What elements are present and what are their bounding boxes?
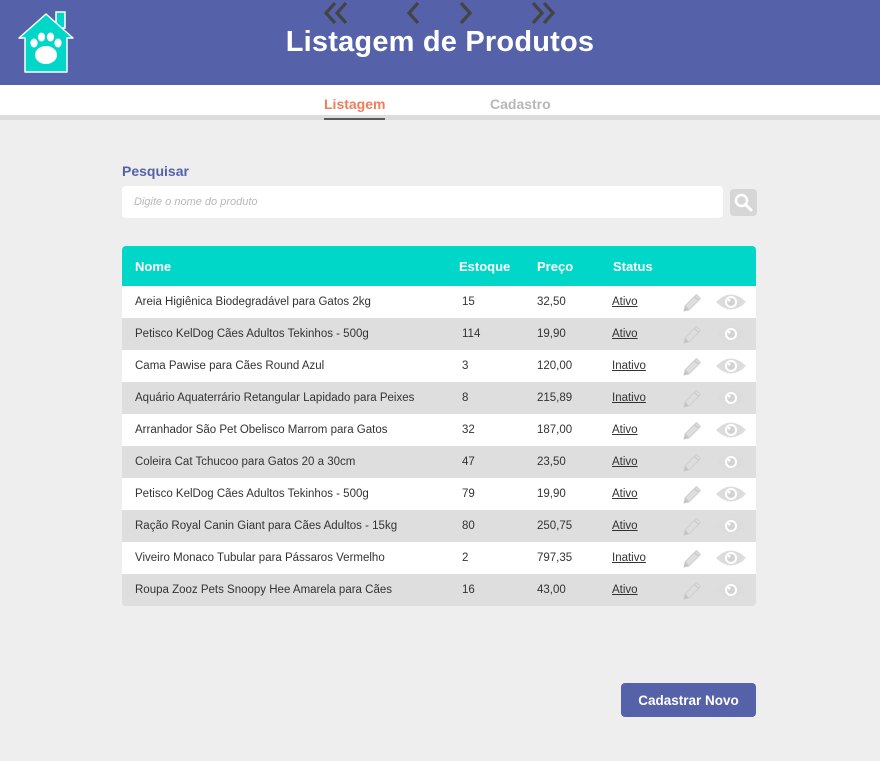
edit-pencil-icon[interactable] [680, 387, 704, 411]
search-label: Pesquisar [122, 163, 189, 179]
column-header-estoque[interactable]: Estoque [459, 259, 510, 274]
table-row: Petisco KelDog Cães Adultos Tekinhos - 5… [122, 318, 756, 350]
product-name: Viveiro Monaco Tubular para Pássaros Ver… [135, 552, 385, 564]
column-header-preco[interactable]: Preço [537, 259, 573, 274]
view-eye-icon[interactable] [715, 388, 747, 408]
edit-pencil-icon[interactable] [680, 547, 704, 571]
product-name: Aquário Aquaterrário Retangular Lapidado… [135, 392, 415, 404]
double-chevron-right-icon[interactable] [529, 0, 557, 26]
edit-pencil-icon[interactable] [680, 483, 704, 507]
edit-pencil-icon[interactable] [680, 419, 704, 443]
view-eye-icon[interactable] [715, 292, 747, 312]
product-name: Roupa Zooz Pets Snoopy Hee Amarela para … [135, 584, 392, 596]
product-stock: 79 [462, 488, 475, 500]
view-eye-icon[interactable] [715, 420, 747, 440]
product-status-link[interactable]: Ativo [612, 488, 638, 500]
table-row: Roupa Zooz Pets Snoopy Hee Amarela para … [122, 574, 756, 606]
view-eye-icon[interactable] [715, 516, 747, 536]
product-name: Petisco KelDog Cães Adultos Tekinhos - 5… [135, 488, 369, 500]
product-name: Coleira Cat Tchucoo para Gatos 20 a 30cm [135, 456, 356, 468]
product-stock: 8 [462, 392, 469, 404]
table-row: Petisco KelDog Cães Adultos Tekinhos - 5… [122, 478, 756, 510]
edit-pencil-icon[interactable] [680, 451, 704, 475]
product-stock: 3 [462, 360, 469, 372]
view-eye-icon[interactable] [715, 484, 747, 504]
product-price: 19,90 [537, 328, 566, 340]
search-icon [734, 193, 753, 212]
product-status-link[interactable]: Inativo [612, 552, 646, 564]
table-row: Areia Higiênica Biodegradável para Gatos… [122, 286, 756, 318]
product-status-link[interactable]: Inativo [612, 392, 646, 404]
product-price: 19,90 [537, 488, 566, 500]
product-stock: 32 [462, 424, 475, 436]
product-stock: 2 [462, 552, 469, 564]
product-price: 43,00 [537, 584, 566, 596]
product-name: Cama Pawise para Cães Round Azul [135, 360, 325, 372]
product-price: 250,75 [537, 520, 573, 532]
product-status-link[interactable]: Ativo [612, 424, 638, 436]
app-header: Listagem de Produtos [0, 0, 880, 85]
add-product-button[interactable]: Cadastrar Novo [621, 683, 756, 717]
product-name: Petisco KelDog Cães Adultos Tekinhos - 5… [135, 328, 369, 340]
product-status-link[interactable]: Ativo [612, 456, 638, 468]
product-stock: 80 [462, 520, 475, 532]
product-status-link[interactable]: Ativo [612, 296, 638, 308]
view-eye-icon[interactable] [715, 548, 747, 568]
column-header-status[interactable]: Status [613, 259, 653, 274]
table-body: Areia Higiênica Biodegradável para Gatos… [122, 286, 756, 606]
product-stock: 114 [462, 328, 481, 340]
search-button[interactable] [730, 189, 757, 216]
product-stock: 15 [462, 296, 475, 308]
column-header-nome[interactable]: Nome [135, 259, 171, 274]
product-name: Ração Royal Canin Giant para Cães Adulto… [135, 520, 398, 532]
edit-pencil-icon[interactable] [680, 323, 704, 347]
product-stock: 16 [462, 584, 475, 596]
view-eye-icon[interactable] [715, 452, 747, 472]
product-price: 215,89 [537, 392, 573, 404]
product-stock: 47 [462, 456, 475, 468]
page-title: Listagem de Produtos [285, 26, 595, 58]
view-eye-icon[interactable] [715, 356, 747, 376]
product-price: 120,00 [537, 360, 573, 372]
tab-listagem[interactable]: Listagem [324, 96, 386, 120]
product-price: 23,50 [537, 456, 566, 468]
product-price: 797,35 [537, 552, 573, 564]
product-name: Areia Higiênica Biodegradável para Gatos… [135, 296, 371, 308]
products-table: Nome Estoque Preço Status Areia Higiênic… [122, 246, 756, 606]
search-input[interactable] [122, 186, 723, 218]
edit-pencil-icon[interactable] [680, 515, 704, 539]
product-name: Arranhador São Pet Obelisco Marrom para … [135, 424, 388, 436]
chevron-right-icon[interactable] [456, 0, 484, 26]
table-header: Nome Estoque Preço Status [122, 246, 756, 286]
product-price: 32,50 [537, 296, 566, 308]
double-chevron-left-icon[interactable] [322, 0, 350, 26]
table-row: Cama Pawise para Cães Round Azul 3 120,00 I… [122, 350, 756, 382]
table-row: Coleira Cat Tchucoo para Gatos 20 a 30cm… [122, 446, 756, 478]
product-status-link[interactable]: Inativo [612, 360, 646, 372]
tab-bar: Listagem Cadastro [0, 85, 880, 120]
product-price: 187,00 [537, 424, 573, 436]
tab-cadastro[interactable]: Cadastro [490, 96, 551, 112]
table-row: Aquário Aquaterrário Retangular Lapidado… [122, 382, 756, 414]
product-status-link[interactable]: Ativo [612, 584, 638, 596]
table-row: Viveiro Monaco Tubular para Pássaros Ver… [122, 542, 756, 574]
edit-pencil-icon[interactable] [680, 291, 704, 315]
product-status-link[interactable]: Ativo [612, 520, 638, 532]
edit-pencil-icon[interactable] [680, 579, 704, 603]
product-status-link[interactable]: Ativo [612, 328, 638, 340]
edit-pencil-icon[interactable] [680, 355, 704, 379]
view-eye-icon[interactable] [715, 580, 747, 600]
table-row: Arranhador São Pet Obelisco Marrom para … [122, 414, 756, 446]
chevron-left-icon[interactable] [404, 0, 432, 26]
view-eye-icon[interactable] [715, 324, 747, 344]
table-row: Ração Royal Canin Giant para Cães Adulto… [122, 510, 756, 542]
